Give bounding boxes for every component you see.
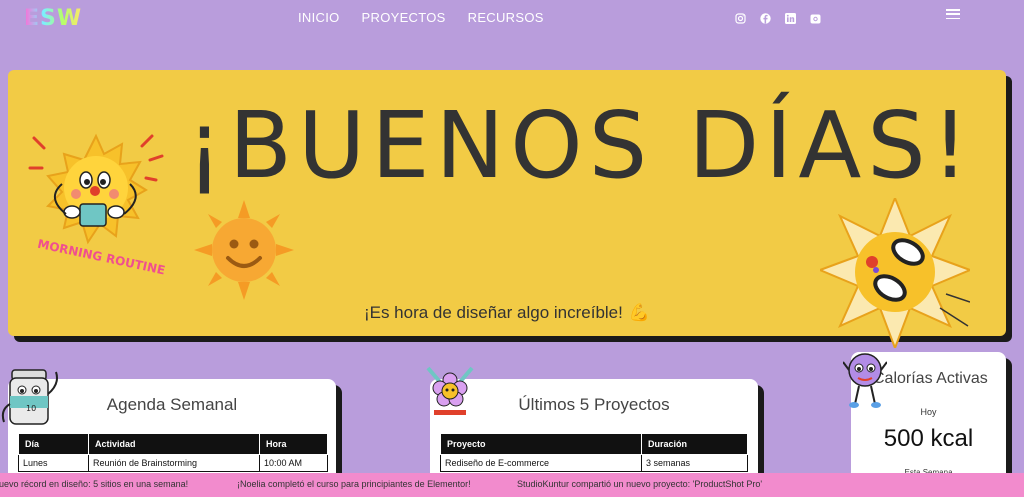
banner-subtitle: ¡Es hora de diseñar algo increíble! 💪 (8, 303, 1006, 323)
linkedin-icon[interactable] (785, 11, 796, 24)
main-nav: INICIO PROYECTOS RECURSOS (298, 10, 544, 25)
projects-cell: 3 semanas (641, 454, 748, 472)
projects-col-duracion: Duración (641, 433, 748, 455)
projects-col-proyecto: Proyecto (440, 433, 642, 455)
agenda-cell: 10:00 AM (259, 454, 328, 472)
purple-character-icon (843, 353, 887, 408)
smiling-sun-icon (194, 200, 294, 300)
news-ticker: nuevo récord en diseño: 5 sitios en una … (0, 473, 1024, 497)
projects-header-row: Proyecto Duración (440, 433, 748, 455)
facebook-icon[interactable] (760, 11, 771, 24)
ticker-item: StudioKuntur compartió un nuevo proyecto… (517, 479, 763, 489)
banner-subtitle-text: ¡Es hora de diseñar algo increíble! (363, 303, 623, 322)
table-row: Lunes Reunión de Brainstorming 10:00 AM (18, 454, 328, 472)
ticker-item: ¡Noelia completó el curso para principia… (237, 479, 471, 489)
sticker-text: MORNING ROUTINE (36, 237, 166, 278)
table-row: Rediseño de E-commerce 3 semanas (440, 454, 748, 472)
hamburger-icon[interactable] (946, 7, 960, 21)
camera-icon[interactable] (810, 11, 821, 24)
calories-today-value: 500 kcal (883, 425, 974, 452)
calories-today-label: Hoy (920, 407, 937, 417)
instagram-icon[interactable] (735, 11, 746, 24)
nav-recursos[interactable]: RECURSOS (468, 10, 544, 25)
ticker-item: nuevo récord en diseño: 5 sitios en una … (0, 479, 189, 489)
agenda-col-actividad: Actividad (88, 433, 260, 455)
projects-table: Proyecto Duración Rediseño de E-commerce… (440, 433, 748, 472)
nav-inicio[interactable]: INICIO (298, 10, 340, 25)
projects-cell: Rediseño de E-commerce (440, 454, 642, 472)
site-logo[interactable]: ESW (24, 6, 82, 31)
nav-proyectos[interactable]: PROYECTOS (362, 10, 446, 25)
coffee-cup-mascot-icon: 10 (1, 369, 58, 425)
hero-banner: ¡BUENOS DÍAS! MORNING ROUTINE ¡Es hora d… (8, 70, 1006, 348)
agenda-col-hora: Hora (259, 433, 328, 455)
social-links (735, 11, 821, 24)
banner-title: ¡BUENOS DÍAS! (186, 92, 975, 199)
flower-mascot-icon (426, 366, 474, 415)
calories-title: Calorías Activas (873, 370, 988, 387)
dizzy-sun-icon (820, 198, 970, 348)
agenda-table: Día Actividad Hora Lunes Reunión de Brai… (18, 433, 328, 472)
agenda-header-row: Día Actividad Hora (18, 433, 328, 455)
morning-routine-sticker: MORNING ROUTINE (28, 133, 166, 278)
svg-text:10: 10 (26, 404, 36, 413)
agenda-cell: Reunión de Brainstorming (88, 454, 260, 472)
flexed-arm-icon: 💪 (628, 303, 651, 322)
